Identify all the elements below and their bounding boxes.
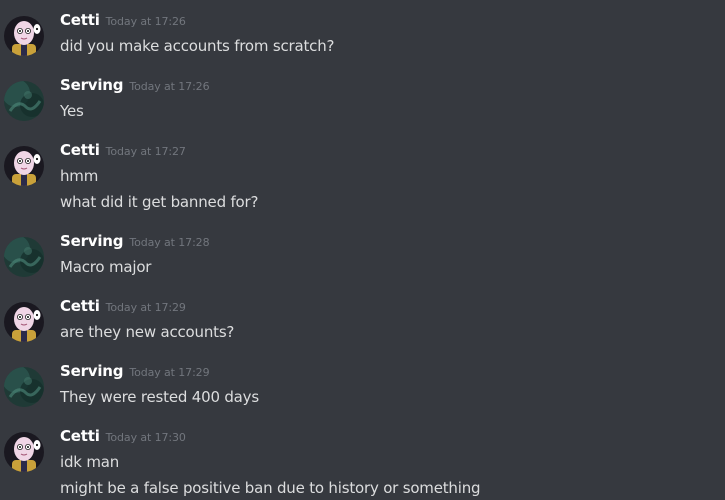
username[interactable]: Serving <box>60 76 124 94</box>
message-text: what did it get banned for? <box>60 193 259 211</box>
username[interactable]: Cetti <box>60 427 100 445</box>
message-text: did you make accounts from scratch? <box>60 37 335 55</box>
message-text: might be a false positive ban due to his… <box>60 479 481 497</box>
cetti-avatar[interactable] <box>4 302 44 342</box>
message-text: They were rested 400 days <box>60 388 259 406</box>
timestamp: Today at 17:30 <box>105 431 186 444</box>
message-text: are they new accounts? <box>60 323 235 341</box>
timestamp: Today at 17:28 <box>129 236 210 249</box>
username[interactable]: Cetti <box>60 141 100 159</box>
cetti-avatar[interactable] <box>4 146 44 186</box>
message-text: idk man <box>60 453 120 471</box>
serving-avatar[interactable] <box>4 367 44 407</box>
timestamp: Today at 17:26 <box>105 15 186 28</box>
message-text: hmm <box>60 167 99 185</box>
message-text: Macro major <box>60 258 152 276</box>
username[interactable]: Cetti <box>60 297 100 315</box>
username[interactable]: Serving <box>60 232 124 250</box>
timestamp: Today at 17:27 <box>105 145 186 158</box>
username[interactable]: Serving <box>60 362 124 380</box>
serving-avatar[interactable] <box>4 81 44 121</box>
message-text: Yes <box>60 102 84 120</box>
serving-avatar[interactable] <box>4 237 44 277</box>
timestamp: Today at 17:29 <box>129 366 210 379</box>
chat-messages: Cetti Today at 17:26 did you make account… <box>0 0 725 500</box>
cetti-avatar[interactable] <box>4 16 44 56</box>
cetti-avatar[interactable] <box>4 432 44 472</box>
timestamp: Today at 17:26 <box>129 80 210 93</box>
username[interactable]: Cetti <box>60 11 100 29</box>
timestamp: Today at 17:29 <box>105 301 186 314</box>
